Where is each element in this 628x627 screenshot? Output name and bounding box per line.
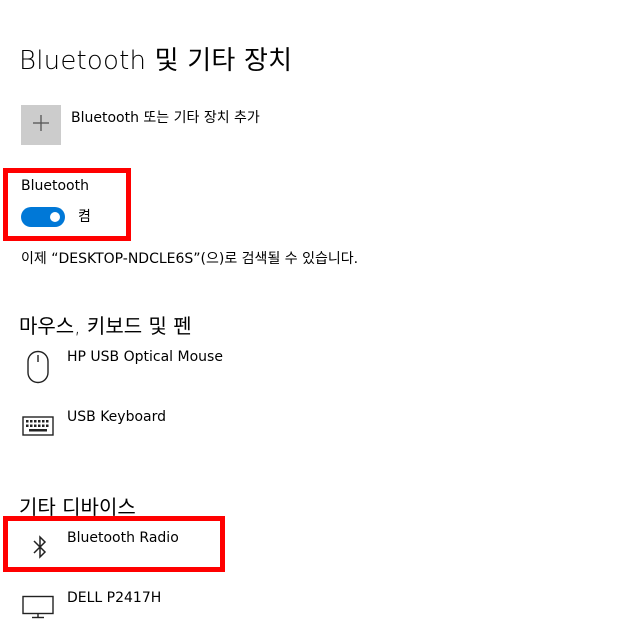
plus-icon (32, 114, 50, 136)
add-device-label[interactable]: Bluetooth 또는 기타 장치 추가 (71, 107, 260, 127)
highlight-box-bluetooth-radio (3, 516, 225, 572)
section-title-mouse-keyboard-pen: 마우스, 키보드 및 펜 (19, 314, 192, 338)
mouse-icon (25, 349, 51, 385)
discoverable-text: 이제 “DESKTOP-NDCLE6S”(으)로 검색될 수 있습니다. (21, 251, 359, 267)
highlight-box-bluetooth (3, 168, 131, 241)
page-title: Bluetooth 및 기타 장치 (19, 46, 293, 76)
keyboard-icon (22, 414, 54, 438)
add-device-button[interactable] (21, 105, 61, 145)
device-name-keyboard[interactable]: USB Keyboard (67, 409, 166, 425)
device-name-monitor[interactable]: DELL P2417H (67, 590, 161, 606)
monitor-icon (22, 594, 54, 620)
device-name-mouse[interactable]: HP USB Optical Mouse (67, 349, 223, 365)
